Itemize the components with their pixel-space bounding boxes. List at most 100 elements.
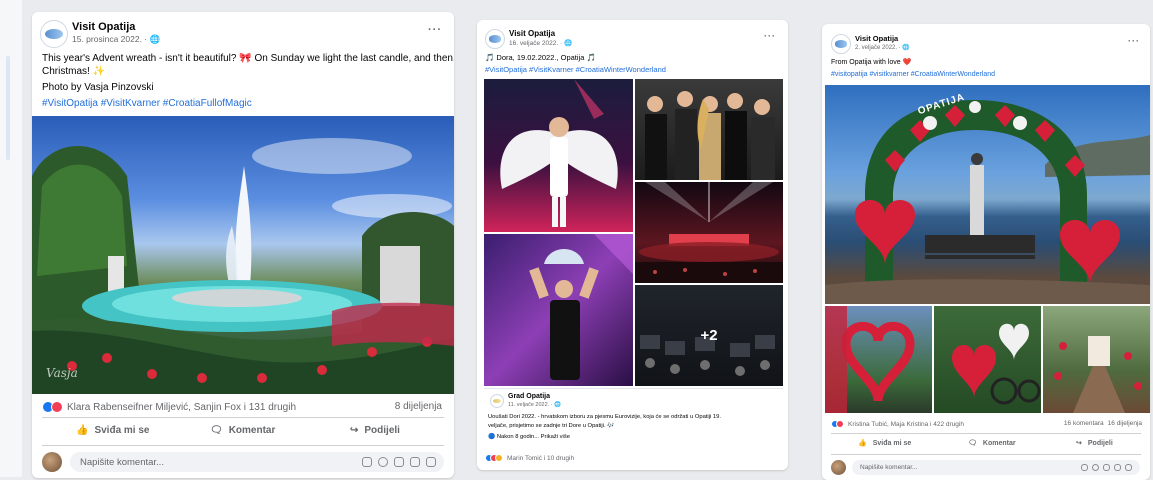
comment-placeholder: Napišite komentar... bbox=[860, 463, 918, 471]
like-label: Sviđa mi se bbox=[94, 425, 150, 436]
share-button[interactable]: ↪ Podijeli bbox=[350, 425, 400, 436]
more-icon[interactable]: ··· bbox=[764, 31, 776, 41]
post-advent-wreath: Visit Opatija 15. prosinca 2022. · 🌐 ···… bbox=[32, 12, 454, 478]
shares-count[interactable]: 8 dijeljenja bbox=[395, 401, 442, 412]
gif-icon[interactable] bbox=[410, 457, 420, 467]
comment-label: Komentar bbox=[228, 425, 276, 436]
post-timestamp[interactable]: 2. veljače 2022. · 🌐 bbox=[855, 44, 910, 51]
garden-scene bbox=[1054, 336, 1142, 413]
reactions-summary[interactable]: Marin Tomić i 10 drugih bbox=[485, 454, 574, 462]
comments-shares-count[interactable]: 16 komentara 16 dijeljenja bbox=[1064, 420, 1142, 427]
post-text-line2: Christmas! ✨ bbox=[42, 66, 106, 77]
trophy-scene bbox=[529, 234, 633, 380]
sticker-icon[interactable] bbox=[426, 457, 436, 467]
photo-watermark: Vasja bbox=[46, 366, 78, 380]
photo-credit: Photo by Vasja Pinzovski bbox=[42, 82, 154, 93]
reactions-summary[interactable]: Klara Rabenseifner Miljević, Sanjin Fox … bbox=[42, 401, 296, 413]
globe-icon: 🌐 bbox=[149, 34, 161, 44]
emoji-icon[interactable] bbox=[378, 457, 388, 467]
like-icon: 👍 bbox=[76, 425, 89, 436]
divider bbox=[831, 454, 1141, 455]
post-timestamp[interactable]: 15. prosinca 2022. · 🌐 bbox=[72, 34, 160, 45]
shares-count[interactable]: 16 dijeljenja bbox=[1108, 420, 1142, 427]
globe-icon: 🌐 bbox=[902, 45, 910, 51]
like-button[interactable]: 👍 Sviđa mi se bbox=[858, 439, 912, 448]
shared-page-name[interactable]: Grad Opatija bbox=[508, 393, 550, 400]
like-button[interactable]: 👍 Sviđa mi se bbox=[76, 425, 149, 436]
heart-frame-scene bbox=[825, 306, 915, 413]
emoji-icon[interactable] bbox=[1092, 463, 1099, 471]
photo-bike-hearts[interactable] bbox=[934, 306, 1041, 413]
photo-stage[interactable] bbox=[635, 182, 783, 283]
photo-trophy[interactable] bbox=[484, 234, 633, 386]
divider bbox=[42, 417, 444, 418]
love-reaction-icon bbox=[51, 401, 63, 413]
sticker-icon[interactable] bbox=[1081, 463, 1088, 471]
more-icon[interactable]: ··· bbox=[1128, 36, 1140, 46]
like-icon: 👍 bbox=[858, 440, 867, 447]
post-hashtags[interactable]: #visitopatija #visitkvarner #CroatiaWint… bbox=[831, 71, 995, 78]
more-icon[interactable]: ··· bbox=[428, 24, 442, 36]
photo-angel-wings[interactable] bbox=[484, 79, 633, 232]
gif-icon[interactable] bbox=[1114, 463, 1121, 471]
reactions-text: Marin Tomić i 10 drugih bbox=[507, 454, 575, 462]
comment-input[interactable]: Napišite komentar... bbox=[852, 459, 1140, 475]
comment-icon: 🗨 bbox=[968, 440, 977, 447]
shared-post[interactable]: Grad Opatija 11. veljače 2022. · 🌐 Uouša… bbox=[484, 388, 783, 450]
globe-icon: 🌐 bbox=[554, 402, 561, 408]
sticker-icon[interactable] bbox=[362, 457, 372, 467]
post-timestamp[interactable]: 16. veljače 2022. · 🌐 bbox=[509, 39, 572, 47]
globe-icon: 🌐 bbox=[563, 40, 573, 47]
share-label: Podijeli bbox=[364, 425, 400, 436]
more-photos-overlay[interactable]: +2 bbox=[635, 285, 783, 386]
comment-input[interactable]: Napišite komentar... bbox=[70, 452, 444, 472]
comments-count[interactable]: 16 komentara bbox=[1064, 420, 1104, 427]
comment-button[interactable]: 🗨 Komentar bbox=[210, 425, 275, 436]
group-scene bbox=[645, 91, 775, 180]
shared-page-avatar[interactable] bbox=[490, 394, 504, 408]
user-avatar[interactable] bbox=[831, 459, 846, 475]
shared-see-more[interactable]: 🔵 Nakon 8 godin... Prikaži više bbox=[488, 434, 570, 440]
photo-garden[interactable] bbox=[1043, 306, 1150, 413]
fountain-photo[interactable]: Vasja bbox=[32, 116, 454, 394]
post-hashtags[interactable]: #VisitOpatija #VisitKvarner #CroatiaFull… bbox=[42, 98, 252, 109]
camera-icon[interactable] bbox=[1103, 463, 1110, 471]
photo-group[interactable] bbox=[635, 79, 783, 180]
fountain-scene bbox=[32, 138, 454, 394]
comment-label: Komentar bbox=[982, 439, 1016, 447]
photo-audience[interactable]: +2 bbox=[635, 285, 783, 386]
like-label: Sviđa mi se bbox=[872, 439, 912, 447]
comment-composer: Napišite komentar... bbox=[831, 459, 1143, 475]
page-name[interactable]: Visit Opatija bbox=[72, 21, 135, 33]
page-name[interactable]: Visit Opatija bbox=[509, 29, 555, 38]
page-name[interactable]: Visit Opatija bbox=[855, 34, 898, 43]
share-button[interactable]: ↪ Podijeli bbox=[1076, 439, 1113, 448]
bike-scene bbox=[952, 323, 1041, 405]
reactions-text: Klara Rabenseifner Miljević, Sanjin Fox … bbox=[67, 401, 297, 413]
reactions-summary[interactable]: Kristina Tubić, Maja Kristina i 422 drug… bbox=[831, 420, 964, 428]
stage-scene bbox=[635, 182, 783, 283]
comment-button[interactable]: 🗨 Komentar bbox=[968, 439, 1016, 448]
heart-arch-photo[interactable]: OPATIJA bbox=[825, 85, 1150, 304]
camera-icon[interactable] bbox=[394, 457, 404, 467]
love-reaction-icon bbox=[836, 420, 844, 428]
post-with-love: Visit Opatija 2. veljače 2022. · 🌐 ··· F… bbox=[822, 24, 1150, 480]
angel-scene bbox=[500, 79, 618, 227]
post-hashtags[interactable]: #VisitOpatija #VisitKvarner #CroatiaWint… bbox=[485, 65, 666, 74]
user-avatar[interactable] bbox=[42, 452, 62, 472]
arch-scene bbox=[825, 100, 1150, 304]
post-text: 🎵 Dora, 19.02.2022., Opatija 🎵 bbox=[485, 53, 596, 62]
page-avatar[interactable] bbox=[485, 29, 505, 49]
comment-icon: 🗨 bbox=[210, 425, 223, 436]
share-label: Podijeli bbox=[1087, 439, 1113, 447]
page-avatar[interactable] bbox=[40, 20, 68, 48]
shared-timestamp[interactable]: 11. veljače 2022. · 🌐 bbox=[508, 402, 561, 408]
photo-heart-frame[interactable] bbox=[825, 306, 932, 413]
post-dora: Visit Opatija 16. veljače 2022. · 🌐 ··· … bbox=[477, 20, 788, 470]
comment-placeholder: Napišite komentar... bbox=[80, 456, 164, 468]
sticker-icon[interactable] bbox=[1125, 463, 1132, 471]
share-icon: ↪ bbox=[1076, 440, 1082, 447]
left-page-edge bbox=[0, 0, 22, 477]
page-avatar[interactable] bbox=[831, 34, 851, 54]
post-text: From Opatija with love ❤️ bbox=[831, 59, 912, 66]
